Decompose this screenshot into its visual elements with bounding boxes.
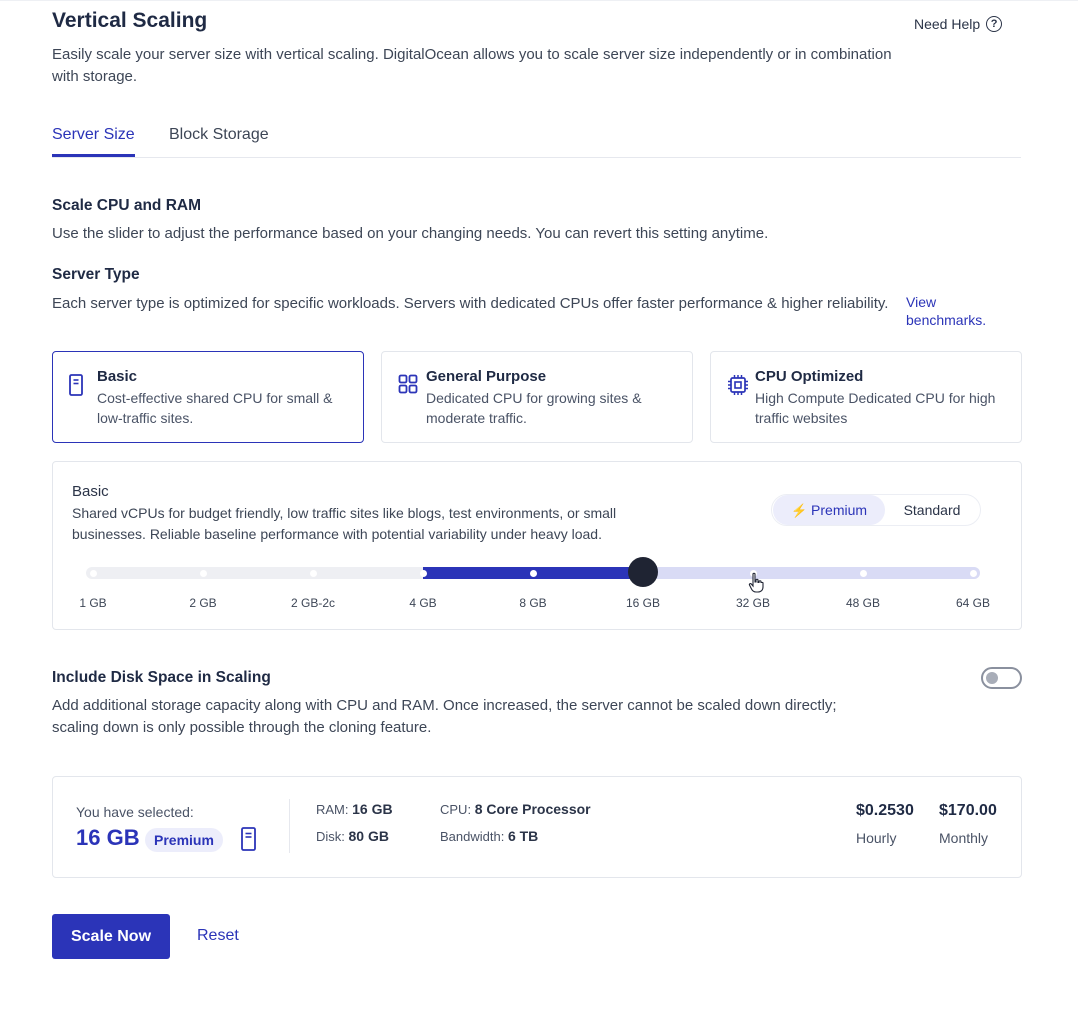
hourly-price: $0.2530: [856, 802, 914, 819]
monthly-price: $170.00: [939, 802, 997, 819]
server-icon: [69, 374, 83, 401]
cpu-chip-icon: [727, 374, 749, 401]
grid-icon: [398, 374, 418, 399]
slider-step-dot[interactable]: [529, 570, 537, 577]
slider-step-dot[interactable]: [859, 570, 867, 577]
need-help-label: Need Help: [914, 16, 981, 32]
slider-tick-label: 64 GB: [955, 596, 991, 610]
ram-label: RAM:: [316, 802, 349, 817]
cpu-label: CPU:: [440, 802, 472, 817]
size-slider-track[interactable]: [86, 567, 980, 579]
hand-pointer-icon: [748, 572, 764, 599]
hourly-label: Hourly: [856, 830, 897, 846]
slider-tick-label: 2 GB-2c: [290, 596, 336, 610]
slider-available-range: [643, 567, 980, 579]
cpu-tier-toggle: ⚡ Premium Standard: [771, 494, 981, 526]
card-title: CPU Optimized: [755, 368, 864, 385]
cpu-value: 8 Core Processor: [474, 801, 591, 817]
bandwidth-label: Bandwidth:: [440, 829, 505, 844]
slider-tick-label: 4 GB: [409, 596, 437, 610]
slider-tick-label: 16 GB: [625, 596, 661, 610]
lightning-icon: ⚡: [790, 503, 808, 518]
server-type-card-cpu-optimized[interactable]: CPU Optimized High Compute Dedicated CPU…: [710, 351, 1022, 443]
card-description: Cost-effective shared CPU for small & lo…: [97, 390, 333, 426]
slider-tick-label: 48 GB: [845, 596, 881, 610]
slider-step-dot[interactable]: [89, 570, 97, 577]
tier-badge: Premium: [145, 828, 223, 852]
server-type-description: Each server type is optimized for specif…: [52, 295, 889, 312]
slider-tick-label: 2 GB: [189, 596, 217, 610]
top-divider: [0, 0, 1078, 1]
page-title: Vertical Scaling: [52, 9, 208, 32]
plan-panel: Basic Shared vCPUs for budget friendly, …: [52, 461, 1022, 630]
standard-option[interactable]: Standard: [884, 495, 980, 525]
selected-size: 16 GB: [76, 825, 140, 850]
server-icon: [241, 827, 256, 856]
question-circle-icon: ?: [986, 16, 1003, 32]
card-title: Basic: [97, 368, 138, 385]
monthly-label: Monthly: [939, 830, 989, 846]
disk-label: Disk:: [316, 829, 345, 844]
card-description: High Compute Dedicated CPU for high traf…: [755, 390, 996, 426]
panel-title: Basic: [72, 483, 109, 500]
need-help-link[interactable]: Need Help ?: [914, 16, 1003, 32]
card-description: Dedicated CPU for growing sites & modera…: [426, 390, 642, 426]
slider-step-dot[interactable]: [309, 570, 317, 577]
view-benchmarks-link[interactable]: View benchmarks.: [906, 293, 1006, 329]
tab-server-size[interactable]: Server Size: [52, 126, 135, 157]
premium-option[interactable]: ⚡ Premium: [773, 495, 885, 525]
scale-now-button[interactable]: Scale Now: [52, 914, 170, 959]
bandwidth-spec: Bandwidth: 6 TB: [440, 828, 538, 844]
panel-description: Shared vCPUs for budget friendly, low tr…: [72, 505, 617, 542]
server-type-card-general-purpose[interactable]: General Purpose Dedicated CPU for growin…: [381, 351, 693, 443]
toggle-knob: [986, 672, 998, 684]
server-type-title: Server Type: [52, 266, 140, 283]
slider-step-dot[interactable]: [419, 570, 427, 577]
scale-description: Use the slider to adjust the performance…: [52, 225, 769, 242]
ram-value: 16 GB: [352, 801, 393, 817]
cpu-spec: CPU: 8 Core Processor: [440, 801, 591, 817]
disk-value: 80 GB: [348, 828, 389, 844]
card-title: General Purpose: [426, 368, 547, 385]
ram-spec: RAM: 16 GB: [316, 801, 393, 817]
selected-label: You have selected:: [76, 804, 194, 820]
tab-bar: Server Size Block Storage: [52, 124, 1021, 158]
disk-title: Include Disk Space in Scaling: [52, 669, 271, 686]
scale-title: Scale CPU and RAM: [52, 197, 202, 214]
slider-step-dot[interactable]: [199, 570, 207, 577]
server-type-card-basic[interactable]: Basic Cost-effective shared CPU for smal…: [52, 351, 364, 443]
summary-divider: [289, 799, 290, 853]
slider-tick-label: 8 GB: [519, 596, 547, 610]
size-slider-handle[interactable]: [628, 557, 658, 587]
selection-summary: You have selected: 16 GB Premium RAM: 16…: [52, 776, 1022, 878]
bandwidth-value: 6 TB: [507, 828, 539, 844]
slider-tick-label: 1 GB: [79, 596, 107, 610]
page-description: Easily scale your server size with verti…: [52, 46, 892, 85]
disk-spec: Disk: 80 GB: [316, 828, 389, 844]
disk-scaling-toggle[interactable]: [981, 667, 1022, 689]
disk-description: Add additional storage capacity along wi…: [52, 697, 837, 736]
reset-button[interactable]: Reset: [197, 927, 239, 945]
slider-step-dot[interactable]: [969, 570, 977, 577]
tab-block-storage[interactable]: Block Storage: [169, 126, 269, 154]
premium-label: Premium: [811, 502, 868, 518]
